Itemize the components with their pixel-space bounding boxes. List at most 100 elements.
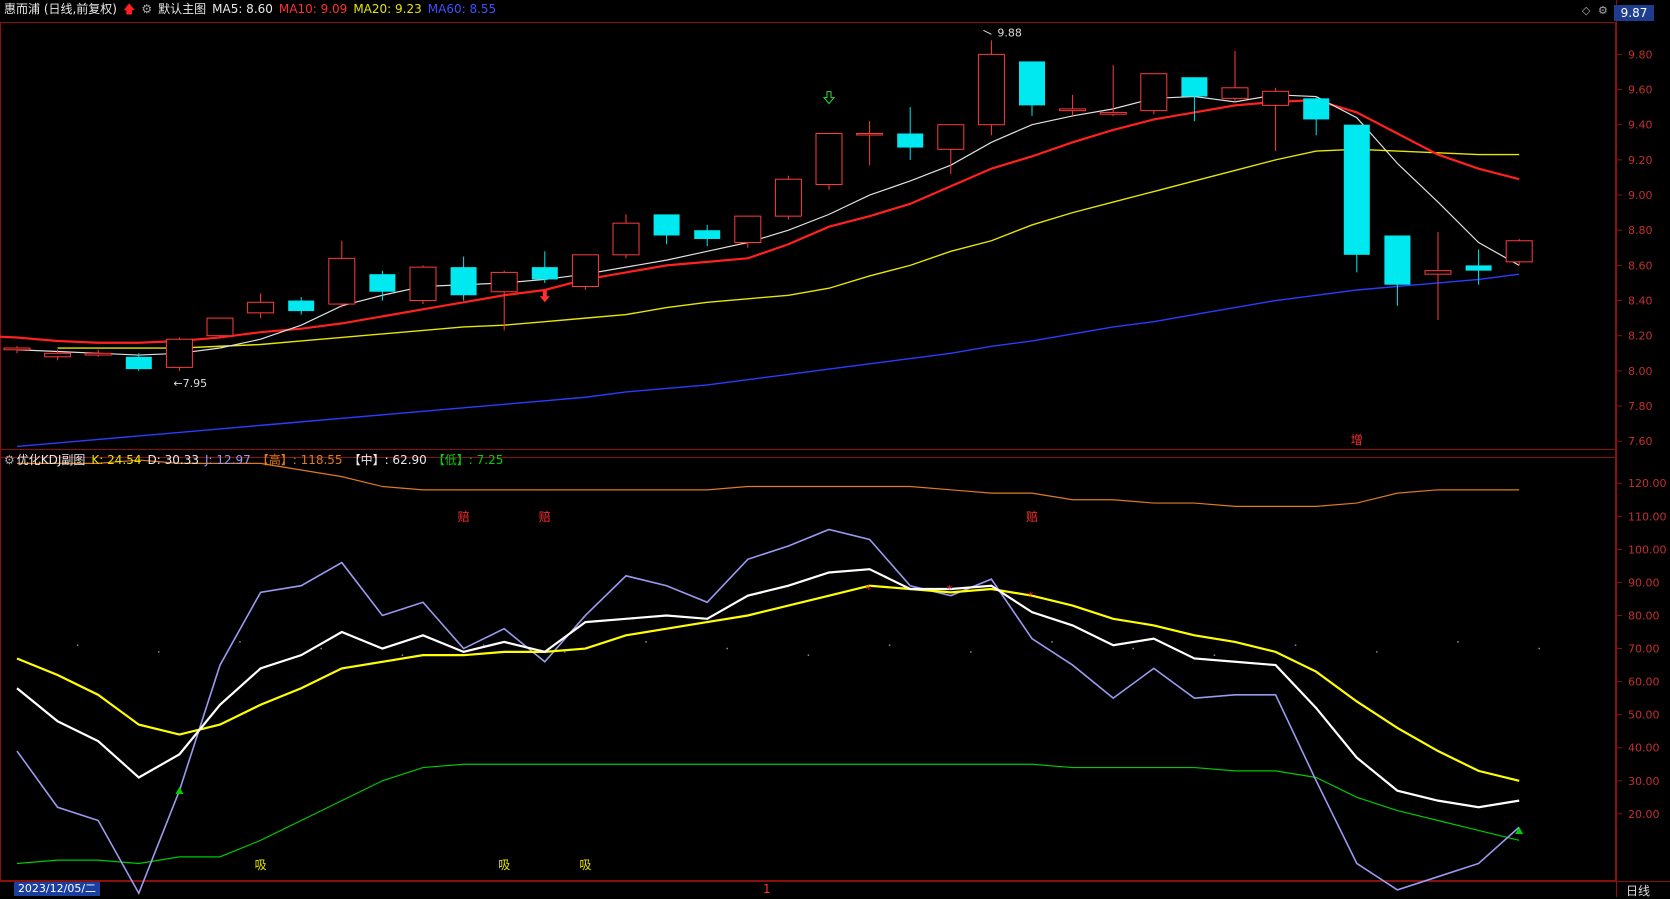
candle-body xyxy=(369,274,396,292)
candle-down xyxy=(1303,96,1330,136)
mid-dot xyxy=(401,654,404,657)
buy-arrow-icon xyxy=(539,290,550,303)
ma5-value: MA5: 8.60 xyxy=(212,2,273,16)
stock-chart[interactable]: 9.80 9.60 9.40 9.20 9.00 8.80 8.60 8.40 8.20 8.00… xyxy=(0,0,1670,897)
candle-up xyxy=(1059,94,1087,116)
main-ytick-label: 8.00 xyxy=(1628,365,1653,378)
candle-up xyxy=(774,175,802,220)
k-line xyxy=(16,568,1520,809)
candle-body xyxy=(490,271,518,293)
j-value: J: 12.97 xyxy=(204,453,251,467)
candle-up xyxy=(937,124,965,174)
d-value: D: 30.33 xyxy=(147,453,199,467)
drop-annotation: 赔 xyxy=(1026,509,1038,524)
candle-up xyxy=(1424,231,1452,320)
candle-down xyxy=(288,297,315,315)
candle-body xyxy=(1099,111,1127,115)
candle-down xyxy=(694,224,721,247)
absorb-annotation: 吸 xyxy=(498,858,510,872)
candle-body xyxy=(531,267,558,280)
high-price-pointer xyxy=(983,29,992,35)
candle-up xyxy=(3,346,31,354)
ma60-line xyxy=(16,273,1520,448)
candle-body xyxy=(125,356,152,370)
candle-down xyxy=(1343,124,1370,273)
low-line xyxy=(16,763,1520,865)
candle-up xyxy=(1099,64,1127,116)
candle-down xyxy=(1019,61,1045,116)
candle-body xyxy=(409,266,437,302)
high-value: 【高】: 118.55 xyxy=(256,453,343,467)
candle-down xyxy=(369,270,396,301)
mid-dot xyxy=(157,650,160,653)
signal-star-icon: * xyxy=(1028,590,1034,603)
mid-dot xyxy=(1213,654,1216,657)
kdj-ytick-label: 50.00 xyxy=(1628,709,1660,722)
main-panel-frame xyxy=(0,22,1616,458)
cursor-label: 1 xyxy=(763,882,771,896)
stock-title[interactable]: 惠而浦 (日线,前复权) xyxy=(4,2,117,16)
mid-dot xyxy=(1375,650,1378,653)
candle-up xyxy=(84,349,112,357)
template-label[interactable]: 默认主图 xyxy=(158,2,206,16)
candle-body xyxy=(774,178,802,217)
diamond-icon[interactable]: ◇ xyxy=(1582,4,1590,17)
candle-body xyxy=(1221,87,1249,99)
mid-dot xyxy=(1457,641,1459,643)
mid-dot xyxy=(807,654,810,657)
candle-down xyxy=(125,353,152,371)
signal-star-icon: * xyxy=(947,583,953,596)
ma5-line xyxy=(16,94,1520,356)
candle-body xyxy=(1505,240,1533,263)
low-value: 【低】: 7.25 xyxy=(432,453,504,467)
candle-body xyxy=(84,352,112,356)
period-label[interactable]: 日线 xyxy=(1626,882,1650,899)
candle-down xyxy=(1384,235,1411,306)
main-ytick-label: 8.40 xyxy=(1628,295,1653,308)
ma20-value: MA20: 9.23 xyxy=(353,2,422,16)
kdj-settings-gear-icon[interactable]: ⚙ xyxy=(4,453,15,467)
main-ytick-label: 8.20 xyxy=(1628,330,1653,343)
mid-dot xyxy=(76,644,79,647)
candle-body xyxy=(977,53,1005,126)
candle-up xyxy=(490,270,518,331)
mid-dot xyxy=(239,641,241,643)
candle-up xyxy=(1140,73,1168,115)
candle-down xyxy=(1465,249,1492,285)
candle-body xyxy=(1059,108,1087,112)
settings-gear-icon-right[interactable]: ⚙ xyxy=(1598,4,1608,17)
kdj-header: ⚙ 优化KDJ副图 K: 24.54 D: 30.33 J: 12.97 【高】: 118… xyxy=(4,453,509,467)
mid-dot xyxy=(1294,644,1297,647)
candle-up xyxy=(409,265,437,305)
candle-body xyxy=(1343,124,1370,255)
candle-up xyxy=(1262,87,1290,152)
kdj-ytick-label: 30.00 xyxy=(1628,775,1660,788)
candle-up xyxy=(571,254,599,290)
candle-down xyxy=(897,107,924,160)
candle-body xyxy=(815,133,843,185)
candle-body xyxy=(1019,61,1045,106)
settings-gear-icon[interactable]: ⚙ xyxy=(141,2,152,16)
candle-body xyxy=(206,317,234,337)
candle-up xyxy=(1505,239,1533,266)
candle-body xyxy=(694,230,721,239)
mid-dot xyxy=(1051,641,1053,643)
candle-body xyxy=(856,133,884,136)
candle-up xyxy=(815,133,843,190)
kdj-title[interactable]: 优化KDJ副图 xyxy=(17,453,86,467)
candle-body xyxy=(1140,73,1168,112)
up-arrow-icon: 🡅 xyxy=(123,2,136,16)
mid-dot xyxy=(320,647,323,650)
candle-up xyxy=(977,40,1005,136)
mid-dot xyxy=(726,647,729,650)
mid-dot xyxy=(482,644,485,647)
low-price-annotation: ←7.95 xyxy=(173,377,207,390)
kdj-ytick-label: 90.00 xyxy=(1628,576,1660,589)
candle-up xyxy=(206,317,234,338)
candle-body xyxy=(1384,235,1411,285)
main-ytick-label: 7.60 xyxy=(1628,435,1653,448)
candle-body xyxy=(1303,98,1330,120)
candle-down xyxy=(450,256,477,301)
candle-body xyxy=(937,124,965,150)
mid-dot xyxy=(888,644,891,647)
